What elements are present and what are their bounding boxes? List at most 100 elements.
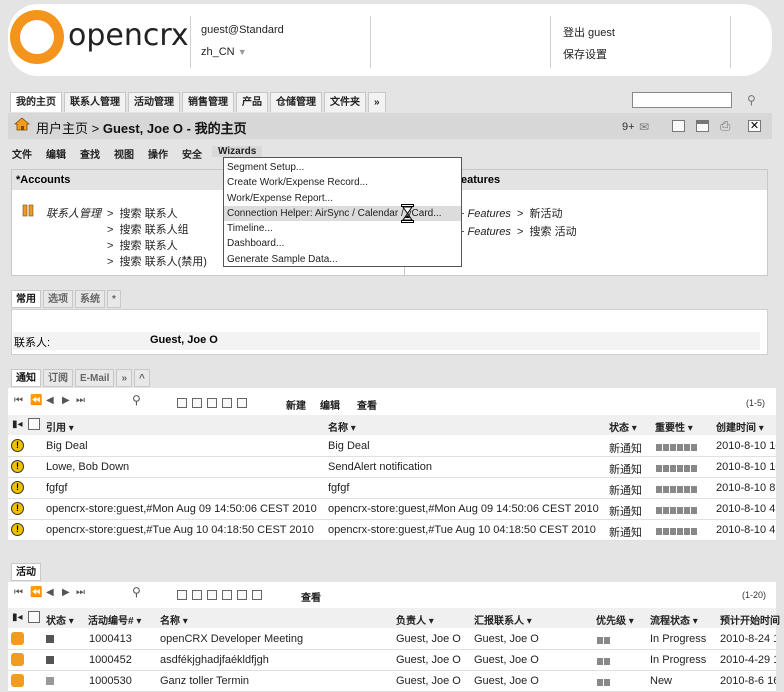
search-contacts-link-2[interactable]: > 搜索 联系人 [107,237,178,253]
col-name[interactable]: 名称 ▾ [328,419,356,434]
tab-more[interactable]: » [116,369,133,387]
grid-tool-icon[interactable] [237,398,247,408]
logout-link[interactable]: 登出 guest [563,24,615,40]
table-row[interactable]: ! opencrx-store:guest,#Mon Aug 09 14:50:… [8,499,776,520]
table-row[interactable]: 1000452 asdfékjghadjfaékldfjgh Guest, Jo… [8,650,776,671]
pager-prev-icon[interactable]: ◀ [46,395,54,406]
print-icon[interactable]: ⎙ [720,118,730,134]
search-input[interactable] [632,92,732,108]
cell-reference[interactable]: Big Deal [46,440,324,452]
features-new-activity[interactable]: + Features > 新活动 [458,205,563,221]
cell-activity-number[interactable]: 1000530 [89,675,132,687]
cell-name[interactable]: fgfgf [328,482,606,494]
pager-next-icon[interactable]: ▶ [62,395,70,406]
wizard-work-report[interactable]: Work/Expense Report... [224,191,461,206]
table-row[interactable]: 1000530 Ganz toller Termin Guest, Joe O … [8,671,776,692]
col-status[interactable]: 状态 ▾ [609,419,637,434]
tab-all[interactable]: * [107,290,121,308]
cell-activity-number[interactable]: 1000413 [89,633,132,645]
layout-icon[interactable] [696,120,709,132]
pager-prev-page-icon[interactable]: ⏪ [30,395,42,406]
pager-prev-page-icon[interactable]: ⏪ [30,587,42,598]
search-disabled-contacts-link[interactable]: > 搜索 联系人(禁用) [107,253,207,269]
menu-find[interactable]: 查找 [80,146,100,161]
wizard-generate-sample-data[interactable]: Generate Sample Data... [224,252,461,267]
tab-sales[interactable]: 销售管理 [182,92,234,112]
table-row[interactable]: ! opencrx-store:guest,#Tue Aug 10 04:18:… [8,520,776,541]
grid-tool-icon[interactable] [207,590,217,600]
wizard-create-work-record[interactable]: Create Work/Expense Record... [224,175,461,190]
cell-name[interactable]: opencrx-store:guest,#Mon Aug 09 14:50:06… [328,503,606,515]
grid-tool-icon[interactable] [177,398,187,408]
cell-reference[interactable]: opencrx-store:guest,#Tue Aug 10 04:18:50… [46,524,324,536]
grid-tool-icon[interactable] [192,590,202,600]
select-all-checkbox[interactable] [28,611,40,623]
tab-more[interactable]: » [368,92,386,112]
view-button[interactable]: 查看 [301,589,321,604]
tab-general[interactable]: 常用 [11,290,41,308]
tab-collapse[interactable]: ^ [134,369,150,387]
tab-alerts[interactable]: 通知 [11,369,41,387]
new-button[interactable]: 新建 [286,397,306,412]
cell-name[interactable]: openCRX Developer Meeting [160,633,392,645]
edit-button[interactable]: 编辑 [320,397,340,412]
cell-activity-number[interactable]: 1000452 [89,654,132,666]
tab-depots[interactable]: 仓储管理 [270,92,322,112]
cell-name[interactable]: Big Deal [328,440,606,452]
pager-prev-icon[interactable]: ◀ [46,587,54,598]
cell-reference[interactable]: Lowe, Bob Down [46,461,324,473]
col-process-state[interactable]: 流程状态 ▾ [650,612,698,627]
cell-assigned[interactable]: Guest, Joe O [396,633,461,645]
col-assigned[interactable]: 负责人 ▾ [396,612,434,627]
cell-reporting[interactable]: Guest, Joe O [474,654,539,666]
wizard-segment-setup[interactable]: Segment Setup... [224,160,461,175]
col-scheduled-start[interactable]: 预计开始时间 [720,612,780,627]
wizard-timeline[interactable]: Timeline... [224,221,461,236]
menu-actions[interactable]: 操作 [148,146,168,161]
tab-home[interactable]: 我的主页 [10,92,62,112]
menu-wizards[interactable]: Wizards [212,146,263,157]
row-toggle-icon[interactable]: ▮◂ [12,419,23,430]
col-name[interactable]: 名称 ▾ [160,612,188,627]
home-icon[interactable] [13,117,31,131]
grid-tool-icon[interactable] [222,398,232,408]
search-icon[interactable]: ⚲ [132,585,141,599]
cell-reporting[interactable]: Guest, Joe O [474,675,539,687]
grid-tool-icon[interactable] [177,590,187,600]
grid-tool-icon[interactable] [237,590,247,600]
menu-file[interactable]: 文件 [12,146,32,161]
cell-name[interactable]: SendAlert notification [328,461,606,473]
pager-first-icon[interactable]: ⏮ [14,395,23,406]
cell-assigned[interactable]: Guest, Joe O [396,675,461,687]
cell-assigned[interactable]: Guest, Joe O [396,654,461,666]
tab-documents[interactable]: 文件夹 [324,92,366,112]
search-icon[interactable]: ⚲ [747,93,756,107]
features-search-activity[interactable]: + Features > 搜索 活动 [458,223,577,239]
col-status[interactable]: 状态 ▾ [46,612,74,627]
alerts-count[interactable]: 9+ [622,121,635,133]
table-row[interactable]: ! fgfgf fgfgf 新通知 2010-8-10 8:0 [8,478,776,499]
pager-next-icon[interactable]: ▶ [62,587,70,598]
col-reporting[interactable]: 汇报联系人 ▾ [474,612,532,627]
tab-products[interactable]: 产品 [236,92,268,112]
col-reference[interactable]: 引用 ▾ [46,419,74,434]
tab-activities[interactable]: 活动管理 [128,92,180,112]
tab-email[interactable]: E-Mail [75,369,115,387]
window-icon[interactable] [672,120,685,132]
tab-system[interactable]: 系统 [75,290,105,308]
tab-activities-list[interactable]: 活动 [11,563,41,581]
col-activity-number[interactable]: 活动编号# ▾ [88,612,141,627]
menu-security[interactable]: 安全 [182,146,202,161]
cell-name[interactable]: asdfékjghadjfaékldfjgh [160,654,392,666]
pager-first-icon[interactable]: ⏮ [14,587,23,598]
col-priority[interactable]: 优先级 ▾ [596,612,634,627]
grid-tool-icon[interactable] [192,398,202,408]
pager-last-icon[interactable]: ⏭ [76,395,85,406]
wizard-dashboard[interactable]: Dashboard... [224,236,461,251]
wizard-connection-helper[interactable]: Connection Helper: AirSync / Calendar / … [224,205,461,222]
cell-reporting[interactable]: Guest, Joe O [474,633,539,645]
tab-subscriptions[interactable]: 订阅 [43,369,73,387]
close-icon[interactable]: ✕ [748,120,761,132]
mail-icon[interactable]: ✉ [639,120,649,134]
table-row[interactable]: ! Big Deal Big Deal 新通知 2010-8-10 10 [8,436,776,457]
